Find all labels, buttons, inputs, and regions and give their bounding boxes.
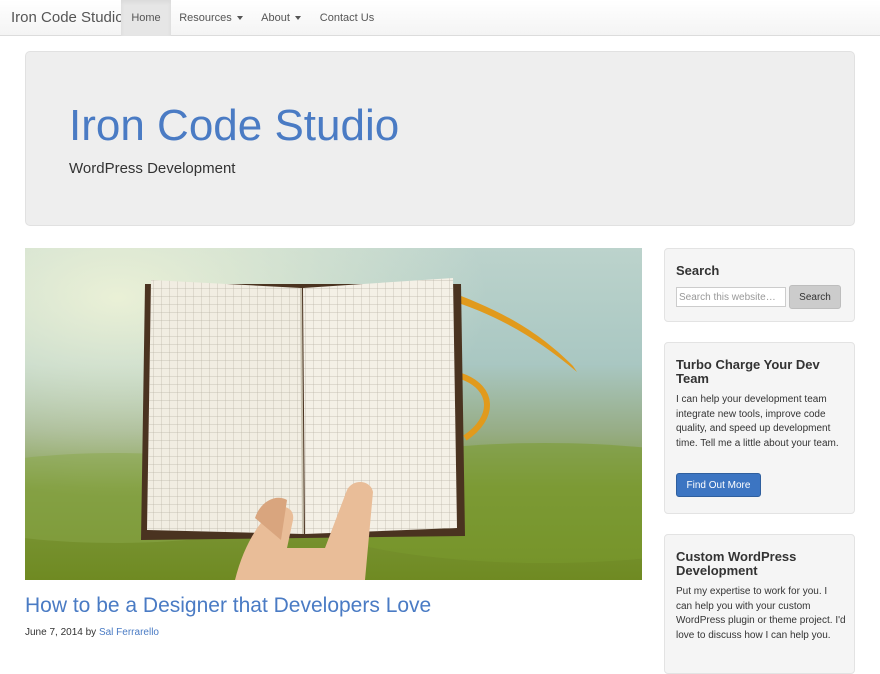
nav-resources[interactable]: Resources [171,0,251,36]
site-header: Iron Code Studio WordPress Development [25,51,855,226]
nav-home[interactable]: Home [121,0,171,36]
turbo-widget: Turbo Charge Your Dev Team I can help yo… [664,342,855,514]
nav-home-label: Home [131,12,161,24]
post-by: by [85,627,97,638]
search-button[interactable]: Search [789,285,841,309]
chevron-down-icon [236,16,243,21]
custom-dev-widget-text: Put my expertise to work for you. I can … [676,586,846,641]
nav-contact-label: Contact Us [319,12,375,24]
post-author-link[interactable]: Sal Ferrarello [99,627,159,638]
search-widget-title: Search [676,263,720,278]
search-input[interactable] [676,287,786,307]
nav-resources-label: Resources [179,12,232,24]
custom-dev-widget-title: Custom WordPress Development [676,549,797,578]
site-title[interactable]: Iron Code Studio [69,101,399,151]
custom-dev-widget: Custom WordPress Development Put my expe… [664,534,855,674]
post-date: June 7, 2014 [25,627,83,638]
chevron-down-icon [294,16,301,21]
nav-about[interactable]: About [251,0,311,36]
navbar-brand[interactable]: Iron Code Studio [11,0,124,36]
featured-image[interactable] [25,248,642,580]
post-title[interactable]: How to be a Designer that Developers Lov… [25,593,431,619]
search-widget: Search Search [664,248,855,322]
site-description: WordPress Development [69,160,236,177]
post-meta: June 7, 2014 by Sal Ferrarello [25,627,159,638]
nav-contact[interactable]: Contact Us [311,0,383,36]
turbo-widget-title: Turbo Charge Your Dev Team [676,357,820,386]
turbo-widget-text: I can help your development team integra… [676,394,839,449]
nav-about-label: About [261,12,290,24]
top-navbar: Iron Code Studio Home Resources About Co… [0,0,880,36]
find-out-more-button[interactable]: Find Out More [676,473,761,497]
